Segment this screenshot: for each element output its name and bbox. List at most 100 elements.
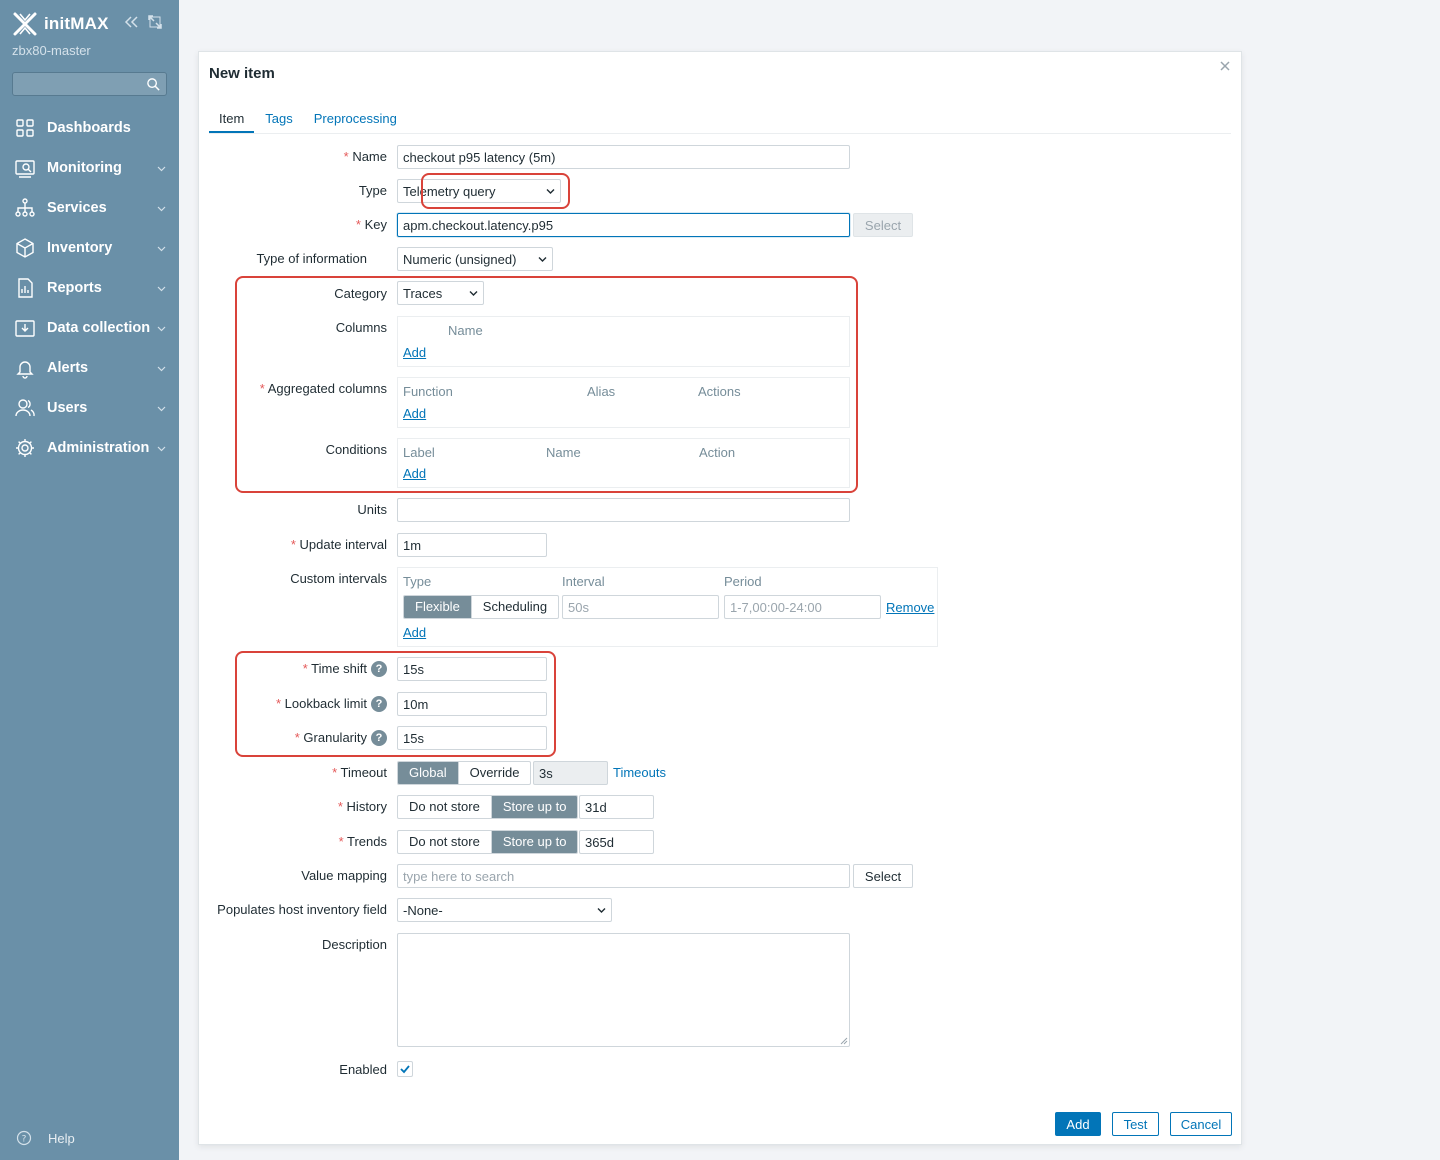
close-icon[interactable] [1219,60,1231,72]
value-mapping-input[interactable] [397,864,850,888]
granularity-label: Granularity [187,730,367,745]
chevron-down-icon [597,908,606,913]
custom-intervals-header-type: Type [403,574,432,589]
trends-value-input[interactable] [579,830,654,854]
cancel-button[interactable]: Cancel [1170,1112,1232,1136]
time-shift-input[interactable] [397,657,547,681]
description-textarea[interactable] [397,933,850,1047]
type-of-information-select[interactable]: Numeric (unsigned) [397,247,553,271]
users-icon [15,399,35,417]
lookback-limit-help-icon[interactable]: ? [371,696,387,712]
nav-item-services[interactable]: Services [0,188,179,228]
description-label: Description [321,937,387,952]
aggregated-columns-table: Function Alias Actions Add [397,377,850,428]
main-navigation: Dashboards Monitoring Services Inventory… [0,108,179,468]
inventory-field-label: Populates host inventory field [217,902,387,917]
custom-interval-input[interactable] [562,595,719,619]
custom-intervals-header-period: Period [724,574,762,589]
resize-handle-icon[interactable] [839,1036,848,1045]
aggregated-header-actions: Actions [698,384,741,399]
chevron-down-icon [546,189,555,194]
type-of-information-label: Type of information [256,251,367,266]
conditions-header-label: Label [403,445,435,460]
trends-do-not-store-option[interactable]: Do not store [398,831,491,853]
conditions-table: Label Name Action Add [397,438,850,488]
nav-item-administration[interactable]: Administration [0,428,179,468]
inventory-field-select[interactable]: -None- [397,898,612,922]
aggregated-columns-add-link[interactable]: Add [403,406,426,421]
units-label: Units [357,502,387,517]
time-shift-label: Time shift [187,661,367,676]
custom-interval-type-toggle: Flexible Scheduling [403,595,560,619]
enabled-label: Enabled [339,1062,387,1077]
test-button[interactable]: Test [1112,1112,1159,1136]
sidebar: initMAX zbx80-master Dashboards Monitori… [0,0,179,1160]
trends-store-up-to-option[interactable]: Store up to [490,831,578,853]
help-link[interactable]: ? Help [16,1130,75,1146]
nav-item-reports[interactable]: Reports [0,268,179,308]
kiosk-mode-icon[interactable] [147,14,163,30]
columns-table: Name Add [397,316,850,367]
trends-toggle: Do not store Store up to [397,830,579,854]
units-input[interactable] [397,498,850,522]
add-button[interactable]: Add [1055,1112,1101,1136]
help-icon: ? [16,1130,32,1146]
timeout-label: Timeout [207,765,387,780]
sidebar-search-input[interactable] [13,73,166,95]
value-mapping-select-button[interactable]: Select [853,864,913,888]
nav-item-dashboards[interactable]: Dashboards [0,108,179,148]
search-icon[interactable] [146,77,161,92]
enabled-checkbox[interactable] [397,1061,413,1077]
dashboards-icon [16,119,34,137]
name-label: Name [207,149,387,164]
chevron-down-icon [469,291,478,296]
custom-intervals-header-interval: Interval [562,574,605,589]
conditions-add-link[interactable]: Add [403,466,426,481]
tab-preprocessing[interactable]: Preprocessing [304,110,407,134]
chevron-down-icon [157,246,166,252]
administration-icon [16,439,34,457]
update-interval-label: Update interval [207,537,387,552]
custom-period-input[interactable] [724,595,881,619]
nav-item-users[interactable]: Users [0,388,179,428]
history-do-not-store-option[interactable]: Do not store [398,796,491,818]
monitoring-icon [15,160,35,178]
alerts-icon [16,361,34,379]
chevron-down-icon [157,406,166,412]
brand-name: initMAX [44,14,109,33]
nav-item-data-collection[interactable]: Data collection [0,308,179,348]
conditions-header-action: Action [699,445,736,460]
type-select[interactable]: Telemetry query [397,179,561,203]
collapse-sidebar-icon[interactable] [123,14,139,30]
history-value-input[interactable] [579,795,654,819]
scheduling-option[interactable]: Scheduling [470,596,558,618]
key-select-button[interactable]: Select [853,213,913,237]
trends-label: Trends [207,834,387,849]
custom-intervals-add-link[interactable]: Add [403,625,426,640]
granularity-help-icon[interactable]: ? [371,730,387,746]
category-select[interactable]: Traces [397,281,484,305]
timeout-override-option[interactable]: Override [457,762,531,784]
nav-item-monitoring[interactable]: Monitoring [0,148,179,188]
timeout-global-option[interactable]: Global [398,762,458,784]
key-input[interactable] [397,213,850,237]
flexible-option[interactable]: Flexible [404,596,471,618]
name-input[interactable] [397,145,850,169]
columns-add-link[interactable]: Add [403,345,426,360]
sidebar-search[interactable] [12,72,167,96]
update-interval-input[interactable] [397,533,547,557]
lookback-limit-input[interactable] [397,692,547,716]
timeouts-link[interactable]: Timeouts [613,765,666,780]
nav-item-inventory[interactable]: Inventory [0,228,179,268]
tab-item[interactable]: Item [209,110,255,134]
nav-item-alerts[interactable]: Alerts [0,348,179,388]
custom-interval-remove-link[interactable]: Remove [886,600,934,615]
history-store-up-to-option[interactable]: Store up to [490,796,578,818]
tab-tags[interactable]: Tags [255,110,302,134]
time-shift-help-icon[interactable]: ? [371,661,387,677]
server-name: zbx80-master [12,43,91,58]
granularity-input[interactable] [397,726,547,750]
custom-intervals-table: Type Interval Period Flexible Scheduling… [397,567,938,647]
key-label: Key [207,217,387,232]
chevron-down-icon [157,446,166,452]
